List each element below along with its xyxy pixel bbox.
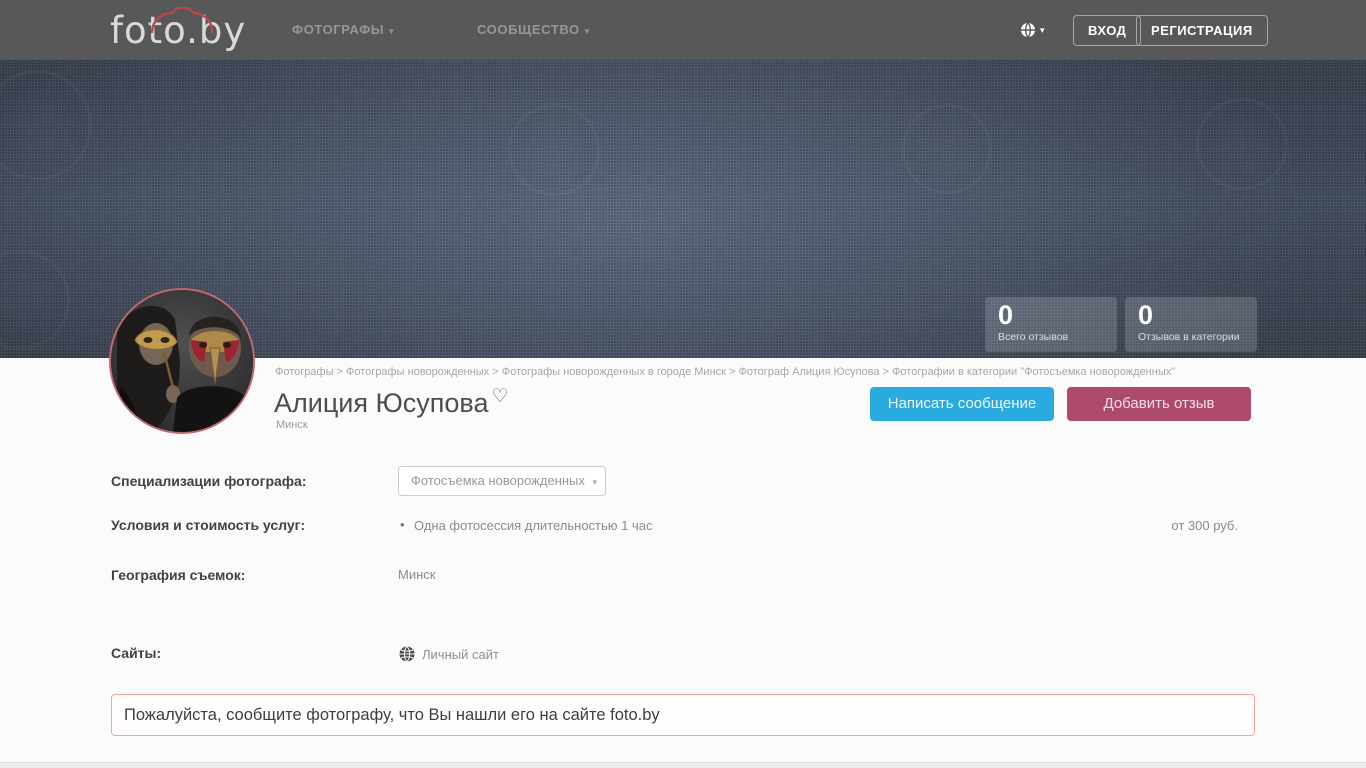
login-button[interactable]: ВХОД bbox=[1073, 15, 1142, 46]
specializations-label: Специализации фотографа: bbox=[111, 473, 307, 489]
chevron-down-icon: ▾ bbox=[389, 26, 395, 36]
breadcrumb-separator: > bbox=[879, 366, 893, 378]
breadcrumb-item[interactable]: Фотографы bbox=[275, 366, 333, 378]
sites-label: Сайты: bbox=[111, 645, 162, 661]
stat-label: Всего отзывов bbox=[998, 331, 1069, 343]
hero-decor-circle bbox=[902, 104, 992, 194]
page-title: Алиция Юсупова ♡ bbox=[274, 385, 509, 419]
hero-decor-circle bbox=[0, 250, 70, 350]
personal-site-link[interactable]: Личный сайт bbox=[399, 646, 499, 662]
top-navbar: foto.by ФОТОГРАФЫ ▾ СООБЩЕСТВО ▾ ▾ ВХОД РЕ… bbox=[0, 0, 1366, 60]
register-button[interactable]: РЕГИСТРАЦИЯ bbox=[1136, 15, 1268, 46]
language-selector[interactable]: ▾ bbox=[1020, 0, 1045, 60]
personal-site-label: Личный сайт bbox=[422, 646, 499, 662]
nav-item-photographers[interactable]: ФОТОГРАФЫ ▾ bbox=[292, 0, 394, 60]
chevron-down-icon: ▾ bbox=[1040, 24, 1045, 35]
breadcrumb-item[interactable]: Фотограф Алиция Юсупова bbox=[739, 366, 880, 378]
pricing-label: Условия и стоимость услуг: bbox=[111, 517, 306, 533]
hero-decor-circle bbox=[0, 70, 92, 180]
site-logo[interactable]: foto.by bbox=[110, 3, 246, 57]
logo-camera-icon bbox=[150, 7, 214, 33]
avatar-photo bbox=[111, 290, 253, 432]
favorite-heart-icon[interactable]: ♡ bbox=[491, 386, 508, 407]
nav-item-label: ФОТОГРАФЫ bbox=[292, 22, 385, 37]
stat-total-reviews: 0 Всего отзывов bbox=[985, 297, 1117, 352]
stat-value: 0 bbox=[1138, 300, 1154, 330]
chevron-down-icon: ▾ bbox=[584, 26, 590, 36]
hero-decor-circle bbox=[508, 104, 600, 196]
hero-decor-circle bbox=[1196, 98, 1288, 190]
pricing-value: от 300 руб. bbox=[1171, 518, 1238, 533]
specialization-selected-value: Фотосъемка новорожденных bbox=[411, 473, 585, 488]
specialization-select[interactable]: Фотосъемка новорожденных ▾ bbox=[398, 466, 606, 496]
notice-banner: Пожалуйста, сообщите фотографу, что Вы н… bbox=[111, 694, 1255, 736]
nav-item-community[interactable]: СООБЩЕСТВО ▾ bbox=[477, 0, 590, 60]
send-message-button[interactable]: Написать сообщение bbox=[870, 387, 1054, 421]
stat-category-reviews: 0 Отзывов в категории bbox=[1125, 297, 1257, 352]
bullet-icon: • bbox=[400, 517, 405, 532]
photographer-city: Минск bbox=[276, 419, 308, 431]
globe-icon bbox=[1021, 22, 1035, 38]
stat-label: Отзывов в категории bbox=[1138, 331, 1240, 343]
stat-value: 0 bbox=[998, 300, 1014, 330]
breadcrumb-item[interactable]: Фотографы новорожденных bbox=[346, 366, 489, 378]
pricing-item: Одна фотосессия длительностью 1 час bbox=[414, 518, 653, 533]
globe-icon bbox=[399, 646, 415, 662]
breadcrumb-item[interactable]: Фотографы новорожденных в городе Минск bbox=[502, 366, 726, 378]
photographer-name: Алиция Юсупова bbox=[274, 388, 489, 418]
add-review-button[interactable]: Добавить отзыв bbox=[1067, 387, 1251, 421]
footer-strip bbox=[0, 762, 1366, 768]
chevron-down-icon: ▾ bbox=[592, 477, 597, 487]
breadcrumb-separator: > bbox=[333, 366, 347, 378]
geography-label: География съемок: bbox=[111, 567, 246, 583]
avatar[interactable] bbox=[109, 288, 255, 434]
breadcrumb-item[interactable]: Фотографии в категории "Фотосъемка новор… bbox=[892, 366, 1175, 378]
breadcrumb: Фотографы > Фотографы новорожденных > Фо… bbox=[275, 366, 1295, 378]
geography-value: Минск bbox=[398, 567, 436, 582]
nav-item-label: СООБЩЕСТВО bbox=[477, 22, 580, 37]
breadcrumb-separator: > bbox=[489, 366, 502, 378]
breadcrumb-separator: > bbox=[725, 366, 739, 378]
